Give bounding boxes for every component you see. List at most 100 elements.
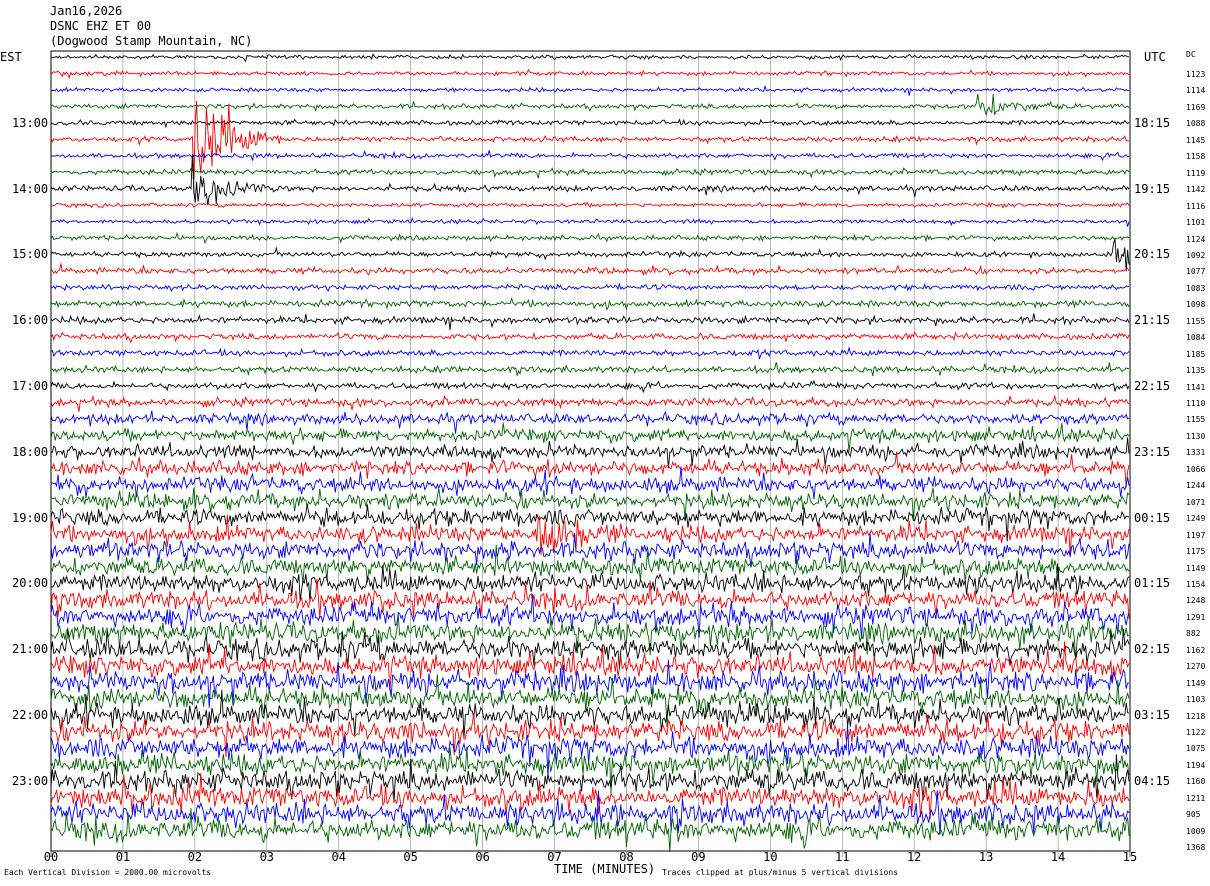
dc-offset-label: 1211 — [1186, 793, 1206, 803]
left-hour-label: 22:00 — [12, 708, 49, 722]
left-hour-label: 17:00 — [12, 379, 49, 393]
right-hour-label: 22:15 — [1134, 379, 1171, 393]
helicorder-plot — [50, 50, 1131, 857]
dc-offset-label: 1122 — [1186, 728, 1206, 737]
dc-offset-label: 1075 — [1186, 744, 1206, 754]
seismic-trace — [50, 238, 1130, 272]
dc-offset-label: 1197 — [1186, 530, 1206, 540]
seismic-trace — [50, 331, 1130, 344]
dc-offset-label: 1114 — [1186, 86, 1206, 96]
dc-offset-label: 1116 — [1186, 201, 1206, 211]
seismic-trace — [50, 674, 1130, 727]
left-hour-label: 15:00 — [12, 247, 49, 262]
left-hour-label: 18:00 — [12, 444, 49, 459]
dc-offset-label: 1291 — [1186, 612, 1206, 622]
left-hour-label: 20:00 — [12, 576, 49, 591]
dc-offset-label: 1218 — [1186, 711, 1206, 721]
dc-offset-label: 1149 — [1186, 563, 1206, 573]
dc-offset-label: 1160 — [1186, 777, 1206, 787]
seismic-trace — [50, 487, 1130, 521]
dc-offset-label: 1331 — [1186, 448, 1206, 458]
x-tick-label: 07 — [547, 850, 562, 864]
x-tick-label: 10 — [763, 850, 778, 864]
x-tick-label: 04 — [331, 850, 346, 864]
x-tick-label: 01 — [115, 850, 131, 864]
dc-offset-label: 1162 — [1186, 645, 1206, 655]
seismic-trace — [50, 422, 1130, 452]
dc-offset-label: 905 — [1186, 810, 1201, 820]
dc-offset-label: 1194 — [1186, 760, 1206, 770]
seismic-trace — [50, 100, 1130, 180]
dc-offset-label: 1009 — [1186, 826, 1206, 836]
dc-offset-label: 1142 — [1186, 185, 1206, 195]
right-hour-label: 02:15 — [1134, 642, 1171, 657]
x-tick-label: 00 — [43, 850, 59, 864]
seismic-trace — [50, 167, 1130, 179]
x-tick-label: 06 — [475, 850, 490, 864]
seismic-trace — [50, 153, 1130, 206]
dc-offset-label: 1103 — [1186, 695, 1206, 705]
seismic-trace — [50, 217, 1130, 227]
dc-offset-label: 1368 — [1186, 843, 1206, 853]
right-hour-label: 18:15 — [1134, 115, 1171, 130]
dc-offset-label: 1088 — [1186, 119, 1206, 129]
dc-offset-label: 1077 — [1186, 267, 1206, 277]
dc-offset-label: 1119 — [1186, 168, 1206, 178]
seismic-trace — [50, 394, 1130, 412]
x-tick-label: 03 — [259, 850, 275, 864]
x-tick-label: 15 — [1122, 850, 1138, 864]
seismic-trace — [50, 231, 1130, 245]
right-hour-label: 20:15 — [1134, 247, 1171, 262]
dc-offset-label: 1124 — [1186, 234, 1206, 244]
dc-offset-label: 1175 — [1186, 547, 1206, 557]
seismic-trace — [50, 379, 1130, 394]
right-hour-label: 00:15 — [1134, 510, 1171, 525]
seismic-trace — [50, 410, 1130, 434]
dc-offset-label: 1123 — [1186, 70, 1206, 79]
right-hour-label: 19:15 — [1134, 181, 1171, 196]
seismic-trace — [50, 544, 1130, 584]
right-hour-label: 01:15 — [1134, 576, 1171, 591]
x-tick-label: 02 — [187, 850, 203, 864]
seismic-trace — [50, 68, 1130, 80]
x-tick-label: 12 — [906, 850, 922, 864]
dc-offset-label: 1084 — [1186, 333, 1206, 343]
dc-offset-label: 1185 — [1186, 349, 1206, 359]
dc-offset-label: 1155 — [1186, 316, 1206, 326]
dc-offset-label: 1154 — [1186, 579, 1206, 589]
seismic-trace — [50, 93, 1130, 117]
left-hour-label: 23:00 — [12, 773, 49, 788]
left-hour-label: 16:00 — [12, 313, 49, 328]
seismic-trace — [50, 201, 1130, 209]
dc-offset-label: 1071 — [1186, 497, 1206, 507]
seismic-trace — [50, 532, 1130, 567]
x-tick-label: 05 — [403, 850, 418, 864]
left-hour-label: 19:00 — [12, 510, 49, 525]
dc-offset-label: 1130 — [1186, 431, 1206, 441]
seismic-trace — [50, 313, 1130, 331]
dc-offset-label: 1270 — [1186, 662, 1206, 672]
seismic-trace — [50, 746, 1130, 794]
dc-offset-label: 1149 — [1186, 678, 1206, 688]
dc-offset-label: 1083 — [1186, 283, 1206, 293]
x-tick-label: 13 — [978, 850, 994, 864]
x-tick-label: 11 — [835, 850, 850, 864]
right-hour-label: 21:15 — [1134, 313, 1171, 328]
seismic-trace — [50, 282, 1130, 293]
left-hour-label: 14:00 — [12, 181, 49, 196]
seismic-trace — [50, 53, 1129, 63]
dc-offset-label: 1244 — [1186, 481, 1206, 491]
x-tick-label: 14 — [1050, 850, 1066, 864]
dc-offset-label: 1066 — [1186, 464, 1206, 474]
dc-offset-label: 1158 — [1186, 152, 1206, 162]
left-hour-label: 21:00 — [12, 642, 49, 657]
seismic-trace — [50, 346, 1130, 360]
right-hour-label: 04:15 — [1134, 773, 1171, 788]
x-tick-label: 09 — [691, 850, 706, 864]
dc-offset-label: 1141 — [1186, 382, 1206, 392]
right-hour-label: 03:15 — [1134, 708, 1171, 722]
seismic-trace — [50, 361, 1130, 377]
dc-offset-label: 1110 — [1186, 399, 1206, 408]
dc-offset-label: 1098 — [1186, 300, 1206, 310]
dc-offset-label: 1092 — [1186, 250, 1206, 260]
